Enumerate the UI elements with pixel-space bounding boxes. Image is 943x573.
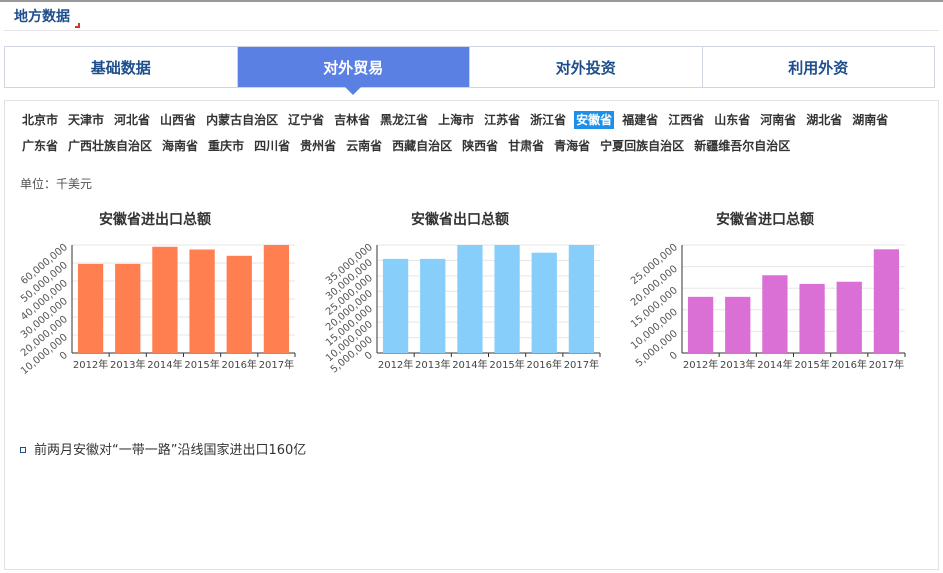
bar — [457, 245, 483, 353]
x-tick-label: 2012年 — [73, 358, 108, 371]
province-item[interactable]: 吉林省 — [332, 111, 372, 129]
province-item[interactable]: 上海市 — [436, 111, 476, 129]
x-tick-label: 2013年 — [415, 358, 450, 371]
province-item[interactable]: 湖南省 — [850, 111, 890, 129]
province-item[interactable]: 西藏自治区 — [390, 137, 454, 155]
chart-title: 安徽省进口总额 — [716, 212, 814, 228]
province-item[interactable]: 辽宁省 — [286, 111, 326, 129]
province-item[interactable]: 山西省 — [158, 111, 198, 129]
y-tick-label: 0 — [668, 350, 680, 363]
province-item[interactable]: 新疆维吾尔自治区 — [692, 137, 792, 155]
province-item[interactable]: 浙江省 — [528, 111, 568, 129]
chart-total-svg: 010,000,00020,000,00030,000,00040,000,00… — [19, 242, 296, 377]
tab-foreign-trade[interactable]: 对外贸易 — [237, 47, 470, 95]
bar — [799, 283, 825, 353]
section-title-text: 地方数据 — [14, 9, 70, 25]
province-item[interactable]: 湖北省 — [804, 111, 844, 129]
province-item[interactable]: 宁夏回族自治区 — [598, 137, 686, 155]
province-item[interactable]: 云南省 — [344, 137, 384, 155]
x-tick-label: 2013年 — [110, 358, 145, 371]
chart-import: 安徽省进口总额 0 5,000,000 10,000,000 15,000,000 20… — [620, 209, 910, 399]
x-tick-label: 2017年 — [564, 358, 599, 371]
x-tick-label: 2012年 — [378, 358, 413, 371]
y-tick-label: 0 — [363, 350, 375, 363]
section-title: 地方数据 — [14, 6, 80, 28]
province-item[interactable]: 内蒙古自治区 — [204, 111, 280, 129]
bar — [189, 249, 215, 353]
bar — [77, 263, 104, 353]
x-tick-label: 2016年 — [832, 358, 867, 371]
province-item[interactable]: 安徽省 — [574, 111, 615, 129]
corner-mark-icon — [75, 23, 80, 28]
chart-title: 安徽省进出口总额 — [99, 212, 211, 228]
province-item[interactable]: 江西省 — [666, 111, 706, 129]
x-tick-label: 2014年 — [757, 358, 792, 371]
bar — [687, 296, 714, 353]
x-tick-label: 2017年 — [259, 358, 294, 371]
x-tick-label: 2014年 — [452, 358, 487, 371]
x-tick-label: 2016年 — [222, 358, 257, 371]
square-bullet-icon — [20, 446, 26, 453]
province-item[interactable]: 河北省 — [112, 111, 152, 129]
province-item[interactable]: 江苏省 — [482, 111, 522, 129]
x-tick-label: 2014年 — [147, 358, 182, 371]
province-item[interactable]: 广东省 — [20, 137, 60, 155]
tab-foreign-investment[interactable]: 利用外资 — [702, 47, 934, 87]
tab-outbound-investment[interactable]: 对外投资 — [470, 47, 703, 87]
province-item[interactable]: 广西壮族自治区 — [66, 137, 154, 155]
tab-basic-data[interactable]: 基础数据 — [5, 47, 238, 87]
chart-export: 安徽省出口总额 0 5,000,000 10,000,000 15,000,000 20… — [315, 209, 605, 399]
province-item[interactable]: 黑龙江省 — [378, 111, 430, 129]
x-tick-label: 2012年 — [683, 358, 718, 371]
bar — [725, 296, 751, 353]
province-item[interactable]: 重庆市 — [206, 137, 246, 155]
province-item[interactable]: 海南省 — [160, 137, 200, 155]
province-selector: 北京市 天津市 河北省 山西省 内蒙古自治区 辽宁省 吉林省 黑龙江省 上海市 江苏省 浙江省 安徽省… — [20, 111, 925, 155]
tab-bar: 基础数据 对外贸易 对外投资 利用外资 — [4, 46, 935, 95]
province-item[interactable]: 北京市 — [20, 111, 60, 129]
bar — [531, 252, 557, 353]
bar — [420, 258, 446, 353]
x-tick-label: 2013年 — [720, 358, 755, 371]
bar — [152, 246, 178, 353]
y-tick-label: 0 — [58, 350, 70, 363]
province-item[interactable]: 甘肃省 — [506, 137, 546, 155]
news-item[interactable]: 前两月安徽对“一带一路”沿线国家进出口160亿 — [20, 439, 306, 458]
province-item[interactable]: 天津市 — [66, 111, 106, 129]
unit-label: 单位：千美元 — [20, 177, 93, 191]
x-tick-label: 2015年 — [794, 358, 829, 371]
province-item[interactable]: 山东省 — [712, 111, 752, 129]
chart-total: 安徽省进出口总额 0 10,000,000 20,000,000 30,000,000… — [10, 209, 300, 399]
content-panel: 北京市 天津市 河北省 山西省 内蒙古自治区 辽宁省 吉林省 黑龙江省 上海市 江苏省 浙江省 安徽省… — [4, 100, 939, 570]
bar — [382, 258, 409, 353]
bar — [873, 249, 900, 353]
x-tick-label: 2015年 — [489, 358, 524, 371]
chart-import-svg: 05,000,00010,000,00015,000,00020,000,000… — [629, 242, 906, 371]
bar — [836, 281, 862, 353]
x-tick-label: 2016年 — [527, 358, 562, 371]
province-item[interactable]: 福建省 — [620, 111, 660, 129]
top-divider — [0, 0, 943, 2]
bar — [762, 275, 788, 353]
bar — [226, 255, 252, 353]
chart-title: 安徽省出口总额 — [411, 212, 509, 228]
news-item-text: 前两月安徽对“一带一路”沿线国家进出口160亿 — [34, 443, 307, 458]
bar — [494, 245, 520, 353]
title-divider — [4, 30, 939, 31]
province-item[interactable]: 河南省 — [758, 111, 798, 129]
bar — [263, 245, 290, 353]
x-tick-label: 2015年 — [184, 358, 219, 371]
province-item[interactable]: 陕西省 — [460, 137, 500, 155]
province-item[interactable]: 四川省 — [252, 137, 292, 155]
bar — [115, 263, 141, 353]
bar — [568, 245, 595, 353]
province-item[interactable]: 贵州省 — [298, 137, 338, 155]
x-tick-label: 2017年 — [869, 358, 904, 371]
province-item[interactable]: 青海省 — [552, 137, 592, 155]
chart-export-svg: 05,000,00010,000,00015,000,00020,000,000… — [324, 242, 601, 376]
